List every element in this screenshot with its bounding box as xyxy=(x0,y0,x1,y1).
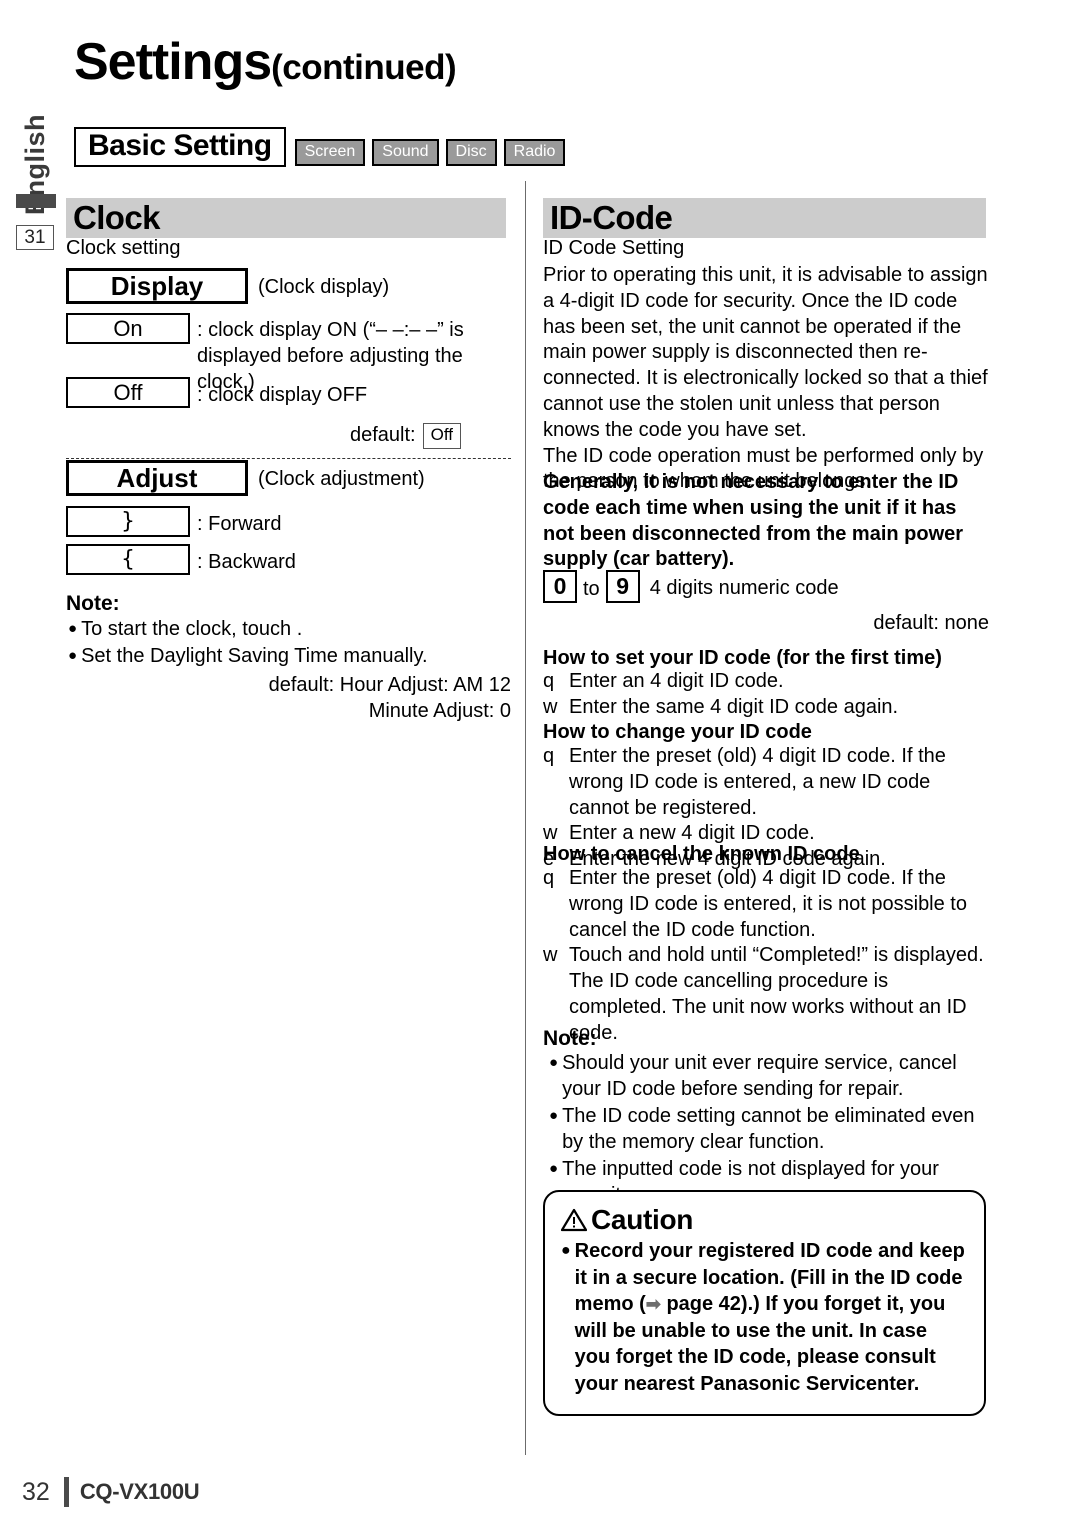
right-note-item-2: The ID code setting cannot be eliminated… xyxy=(562,1105,975,1153)
display-option-heading-row: Display (Clock display) xyxy=(66,268,389,304)
display-default-label: default: xyxy=(350,424,416,447)
section-title-clock: Clock xyxy=(73,198,160,236)
caution-text: Record your registered ID code and keep … xyxy=(575,1238,968,1398)
right-note-title: Note: xyxy=(543,1027,597,1050)
clock-defaults-block: default: Hour Adjust: AM 12 Minute Adjus… xyxy=(130,672,511,724)
left-note-item-1: To start the clock, touch . xyxy=(81,618,303,640)
bullet-icon: ● xyxy=(561,1242,571,1259)
bullet-icon: ● xyxy=(549,1160,559,1177)
page-title: Settings(continued) xyxy=(74,33,457,91)
clock-section-separator xyxy=(66,458,511,459)
basic-setting-label: Basic Setting xyxy=(74,127,286,168)
list-item: ● The ID code setting cannot be eliminat… xyxy=(549,1103,989,1155)
list-item: ● Set the Daylight Saving Time manually. xyxy=(68,643,513,669)
adjust-backward-button[interactable]: { xyxy=(66,544,190,575)
page-reference-marker: 31 xyxy=(16,225,54,250)
basic-setting-bar: Basic Setting Screen Sound Disc Radio xyxy=(74,127,566,168)
step-number: q xyxy=(543,745,555,767)
right-note-item-1: Should your unit ever require service, c… xyxy=(562,1052,957,1100)
caution-box: Caution ● Record your registered ID code… xyxy=(543,1190,986,1416)
adjust-option-heading-row: Adjust (Clock adjustment) xyxy=(66,460,425,496)
page-title-continued: (continued) xyxy=(271,48,457,87)
idcode-digit-range-row: 0 to 9 4 digits numeric code xyxy=(543,570,839,603)
step-number: q xyxy=(543,670,555,692)
footer-page-number: 32 xyxy=(22,1477,50,1506)
page-marker-bar xyxy=(16,194,56,208)
setting-tab-group: Screen Sound Disc Radio xyxy=(294,139,566,167)
digit-range-separator: to xyxy=(583,577,600,600)
footer-divider xyxy=(63,1477,69,1507)
step-text: Enter the preset (old) 4 digit ID code. … xyxy=(569,745,946,819)
left-note-list: ● To start the clock, touch . ● Set the … xyxy=(68,616,513,670)
caution-heading: Caution xyxy=(561,1204,968,1236)
adjust-option-caption: (Clock adjustment) xyxy=(258,468,425,490)
step-number: q xyxy=(543,867,555,889)
procedure-1-heading: How to set your ID code (for the first t… xyxy=(543,647,942,669)
page-footer: 32 CQ-VX100U xyxy=(22,1477,200,1507)
right-note-list: ● Should your unit ever require service,… xyxy=(549,1050,989,1209)
idcode-bold-notice: Generally, it is not necessary to enter … xyxy=(543,471,964,571)
footer-model-name: CQ-VX100U xyxy=(79,1479,200,1504)
column-divider xyxy=(525,181,527,1455)
list-item: ● Should your unit ever require service,… xyxy=(549,1050,989,1102)
digit-nine-button[interactable]: 9 xyxy=(605,570,640,603)
step-text: Enter the same 4 digit ID code again. xyxy=(569,695,899,718)
display-off-description: : clock display OFF xyxy=(197,384,368,406)
arrow-right-icon: ➡ xyxy=(645,1294,661,1315)
step-text: Touch and hold until “Completed!” is dis… xyxy=(569,944,984,1044)
list-item: w Enter the same 4 digit ID code again. xyxy=(543,695,989,721)
adjust-forward-button[interactable]: } xyxy=(66,506,190,537)
setting-tab-screen[interactable]: Screen xyxy=(294,139,366,167)
warning-triangle-icon xyxy=(561,1208,587,1232)
display-option-button[interactable]: Display xyxy=(66,268,248,304)
digit-range-description: 4 digits numeric code xyxy=(649,577,839,599)
setting-tab-sound[interactable]: Sound xyxy=(372,139,439,167)
list-item: q Enter an 4 digit ID code. xyxy=(543,669,989,695)
setting-tab-disc[interactable]: Disc xyxy=(445,139,497,167)
procedure-3-steps: q Enter the preset (old) 4 digit ID code… xyxy=(543,866,989,1047)
list-item: q Enter the preset (old) 4 digit ID code… xyxy=(543,866,989,943)
section-header-idcode: ID-Code xyxy=(543,198,986,238)
bullet-icon: ● xyxy=(549,1054,559,1071)
clock-default-hour: default: Hour Adjust: AM 12 xyxy=(268,674,511,696)
display-off-button[interactable]: Off xyxy=(66,377,190,408)
section-title-idcode: ID-Code xyxy=(550,198,673,236)
step-text: Enter an 4 digit ID code. xyxy=(569,670,784,692)
list-item: w Touch and hold until “Completed!” is d… xyxy=(543,943,989,1046)
display-default-value: Off xyxy=(422,423,461,449)
adjust-forward-row: } : Forward xyxy=(66,506,281,537)
adjust-backward-description: : Backward xyxy=(197,551,296,573)
left-note-title: Note: xyxy=(66,592,120,615)
idcode-intro-paragraph: Prior to operating this unit, it is advi… xyxy=(543,264,988,493)
caution-heading-label: Caution xyxy=(591,1204,694,1235)
section-subtitle-idcode: ID Code Setting xyxy=(543,237,685,259)
section-header-clock: Clock xyxy=(66,198,506,238)
bullet-icon: ● xyxy=(549,1107,559,1124)
display-option-caption: (Clock display) xyxy=(258,276,390,298)
section-subtitle-clock: Clock setting xyxy=(66,237,181,259)
display-off-row: Off : clock display OFF xyxy=(66,377,511,408)
display-on-button[interactable]: On xyxy=(66,313,190,344)
caution-body: ● Record your registered ID code and kee… xyxy=(561,1238,968,1398)
step-number: w xyxy=(543,944,558,967)
adjust-option-button[interactable]: Adjust xyxy=(66,460,248,496)
step-number: w xyxy=(543,695,558,718)
clock-default-minute: Minute Adjust: 0 xyxy=(368,700,511,722)
list-item: q Enter the preset (old) 4 digit ID code… xyxy=(543,744,989,821)
adjust-forward-description: : Forward xyxy=(197,513,282,535)
step-text: Enter the preset (old) 4 digit ID code. … xyxy=(569,867,967,941)
procedure-2-heading: How to change your ID code xyxy=(543,721,812,743)
bullet-icon: ● xyxy=(68,620,78,637)
adjust-backward-row: { : Backward xyxy=(66,544,296,575)
display-default-line: default: Off xyxy=(350,423,461,449)
list-item: ● To start the clock, touch . xyxy=(68,616,513,642)
left-note-item-2: Set the Daylight Saving Time manually. xyxy=(81,645,428,667)
digit-zero-button[interactable]: 0 xyxy=(543,570,577,603)
page-title-main: Settings xyxy=(74,33,272,91)
procedure-1-steps: q Enter an 4 digit ID code. w Enter the … xyxy=(543,669,989,721)
setting-tab-radio[interactable]: Radio xyxy=(503,139,566,167)
idcode-default-none: default: none xyxy=(873,612,989,634)
bullet-icon: ● xyxy=(68,647,78,664)
procedure-3-heading: How to cancel the known ID code xyxy=(543,843,860,865)
